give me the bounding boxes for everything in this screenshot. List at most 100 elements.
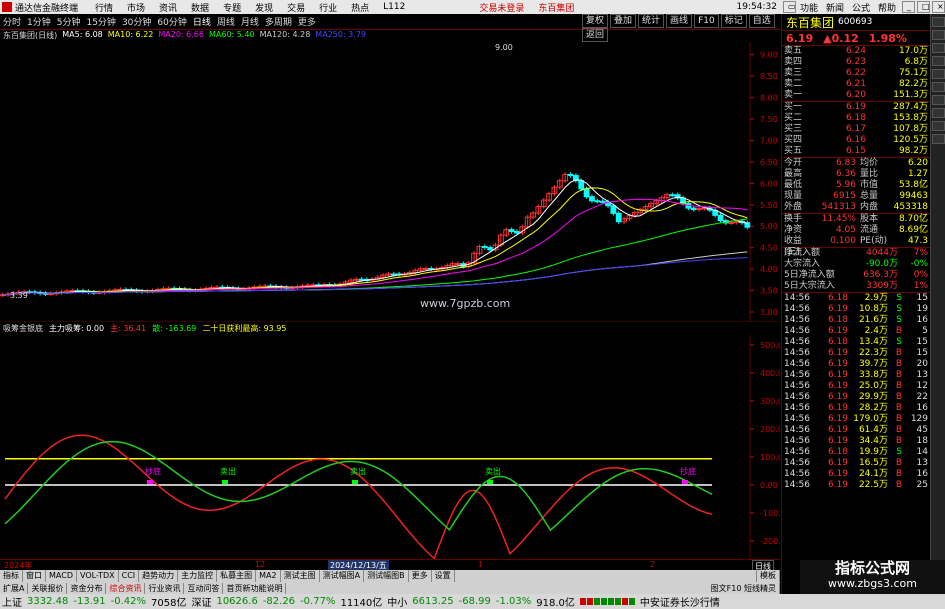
menu-news[interactable]: 资讯	[152, 1, 184, 14]
period-monthly[interactable]: 月线	[241, 15, 259, 28]
candle	[481, 246, 488, 249]
tick-count: 15	[916, 337, 928, 347]
menu-formula[interactable]: 公式	[848, 1, 874, 14]
menu-news-right[interactable]: 新闻	[822, 1, 848, 14]
info-tab-2[interactable]: 资金分布	[67, 582, 107, 594]
menu-data[interactable]: 数据	[184, 1, 216, 14]
period-timeshare[interactable]: 分时	[3, 15, 21, 28]
tick-row: 14:56 6.19 2.4万 B 5	[782, 326, 930, 337]
period-1min[interactable]: 1分钟	[27, 15, 51, 28]
info-tab-6[interactable]: 首页新功能说明	[223, 582, 287, 594]
tool-stats[interactable]: 统计	[638, 14, 665, 28]
tab-3[interactable]: VOL-TDX	[77, 570, 119, 582]
ticker-sh-change: -13.91	[73, 596, 106, 607]
stat-row-v1: 541313	[821, 202, 856, 212]
menu-market[interactable]: 市场	[120, 1, 152, 14]
side-icon-3[interactable]	[932, 43, 945, 53]
indicator-name[interactable]: 吸筹金银底	[3, 323, 43, 335]
stat-row-k1: 今开	[784, 158, 803, 168]
tick-side: S	[896, 337, 902, 347]
tool-adjust[interactable]: 复权	[582, 14, 609, 28]
lock-icon[interactable]: ▭	[782, 1, 796, 13]
maximize-icon[interactable]: □	[917, 1, 930, 13]
tab-9[interactable]: 测试主图	[281, 570, 320, 582]
candle	[728, 221, 735, 224]
tab-10[interactable]: 测试幅图A	[320, 570, 365, 582]
candle	[567, 173, 574, 177]
period-weekly[interactable]: 周线	[217, 15, 235, 28]
tab-12[interactable]: 更多	[409, 570, 432, 582]
side-icon-6[interactable]	[932, 82, 945, 92]
tab-13[interactable]: 设置	[432, 570, 455, 582]
side-icon-2[interactable]	[932, 30, 945, 40]
side-icon-7[interactable]	[932, 95, 945, 105]
period-multi[interactable]: 多周期	[265, 15, 292, 28]
menu-function[interactable]: 功能	[796, 1, 822, 14]
ind-ytick-label: -100.0	[760, 509, 780, 518]
price-pct: 1.98%	[868, 31, 907, 45]
tab-7[interactable]: 私募主图	[217, 570, 257, 582]
tab-0[interactable]: 指标	[0, 570, 23, 582]
info-tab-right[interactable]: 图文F10 短线精灵	[708, 582, 780, 594]
tab-6[interactable]: 主力监控	[178, 570, 218, 582]
tool-draw[interactable]: 画线	[666, 14, 693, 28]
menu-quote[interactable]: 行情	[88, 1, 120, 14]
close-icon[interactable]: ×	[932, 1, 945, 13]
tab-5[interactable]: 趋势动力	[139, 570, 179, 582]
info-tab-1[interactable]: 关联报价	[28, 582, 68, 594]
period-30min[interactable]: 30分钟	[122, 15, 151, 28]
info-tab-4[interactable]: 行业资讯	[145, 582, 185, 594]
side-icon-8[interactable]	[932, 108, 945, 118]
date-m12: 12	[255, 560, 266, 569]
side-icon-1[interactable]	[932, 17, 945, 27]
tab-11[interactable]: 测试幅图B	[364, 570, 409, 582]
tab-2[interactable]: MACD	[46, 570, 77, 582]
tool-f10[interactable]: F10	[694, 14, 719, 28]
tool-mark[interactable]: 标记	[720, 14, 747, 28]
ticker-sz-name[interactable]: 深证	[191, 594, 211, 609]
ytick-label: 3.00	[760, 308, 778, 317]
tick-side: B	[895, 436, 902, 446]
tab-template[interactable]: 模板	[756, 570, 780, 582]
period-more[interactable]: 更多	[298, 15, 316, 28]
info-tab-0[interactable]: 扩展A	[0, 582, 29, 594]
tick-time: 14:56	[784, 315, 810, 325]
tick-vol: 2.9万	[864, 293, 888, 303]
tool-overlay[interactable]: 叠加	[610, 14, 637, 28]
minimize-icon[interactable]: _	[902, 1, 915, 13]
ind-green-line	[4, 440, 713, 532]
indicator-chart[interactable]: 500.0 400.0 300.0 200.0 100.0 0.00 -100.0 -200.…	[0, 335, 780, 560]
menu-help[interactable]: 帮助	[874, 1, 900, 14]
tab-4[interactable]: CCI	[119, 570, 140, 582]
menu-industry[interactable]: 行业	[312, 1, 344, 14]
period-15min[interactable]: 15分钟	[86, 15, 115, 28]
menu-topic[interactable]: 专题	[216, 1, 248, 14]
side-icon-4[interactable]	[932, 56, 945, 66]
ma-label-3: MA60: 5.40	[208, 30, 255, 39]
tool-watchlist[interactable]: 自选	[748, 14, 775, 28]
flow-value: 4044万	[866, 248, 898, 258]
menu-l112[interactable]: L112	[376, 2, 412, 12]
side-icon-9[interactable]	[932, 121, 945, 131]
menu-hot[interactable]: 热点	[344, 1, 376, 14]
menu-trade[interactable]: 交易	[280, 1, 312, 14]
tick-row: 14:56 6.19 39.7万 B 20	[782, 359, 930, 370]
kline-chart[interactable]: 9.00 8.50 8.00 7.50 7.00 6.50 6.00 5.50 5.00 4.50…	[0, 42, 780, 322]
info-tab-5[interactable]: 互动问答	[184, 582, 224, 594]
period-60min[interactable]: 60分钟	[157, 15, 186, 28]
indicator-line2: 主: 36.41	[110, 324, 147, 333]
stat-row: 今开 6.83 均价 6.20	[782, 158, 930, 169]
ticker-sh-name[interactable]: 上证	[2, 594, 22, 609]
flow-label: 净流入额	[784, 248, 821, 258]
info-tab-3[interactable]: 综合资讯	[106, 582, 146, 594]
tab-1[interactable]: 窗口	[23, 570, 46, 582]
period-5min[interactable]: 5分钟	[57, 15, 81, 28]
tab-8[interactable]: MA2	[256, 570, 281, 582]
period-daily[interactable]: 日线	[193, 15, 211, 28]
menu-discover[interactable]: 发现	[248, 1, 280, 14]
tool-back[interactable]: 返回	[582, 28, 609, 42]
ticker-zx-name[interactable]: 中小	[387, 594, 407, 609]
side-icon-5[interactable]	[932, 69, 945, 79]
trade-login-status[interactable]: 交易未登录	[472, 1, 531, 14]
side-icon-10[interactable]	[932, 134, 945, 144]
